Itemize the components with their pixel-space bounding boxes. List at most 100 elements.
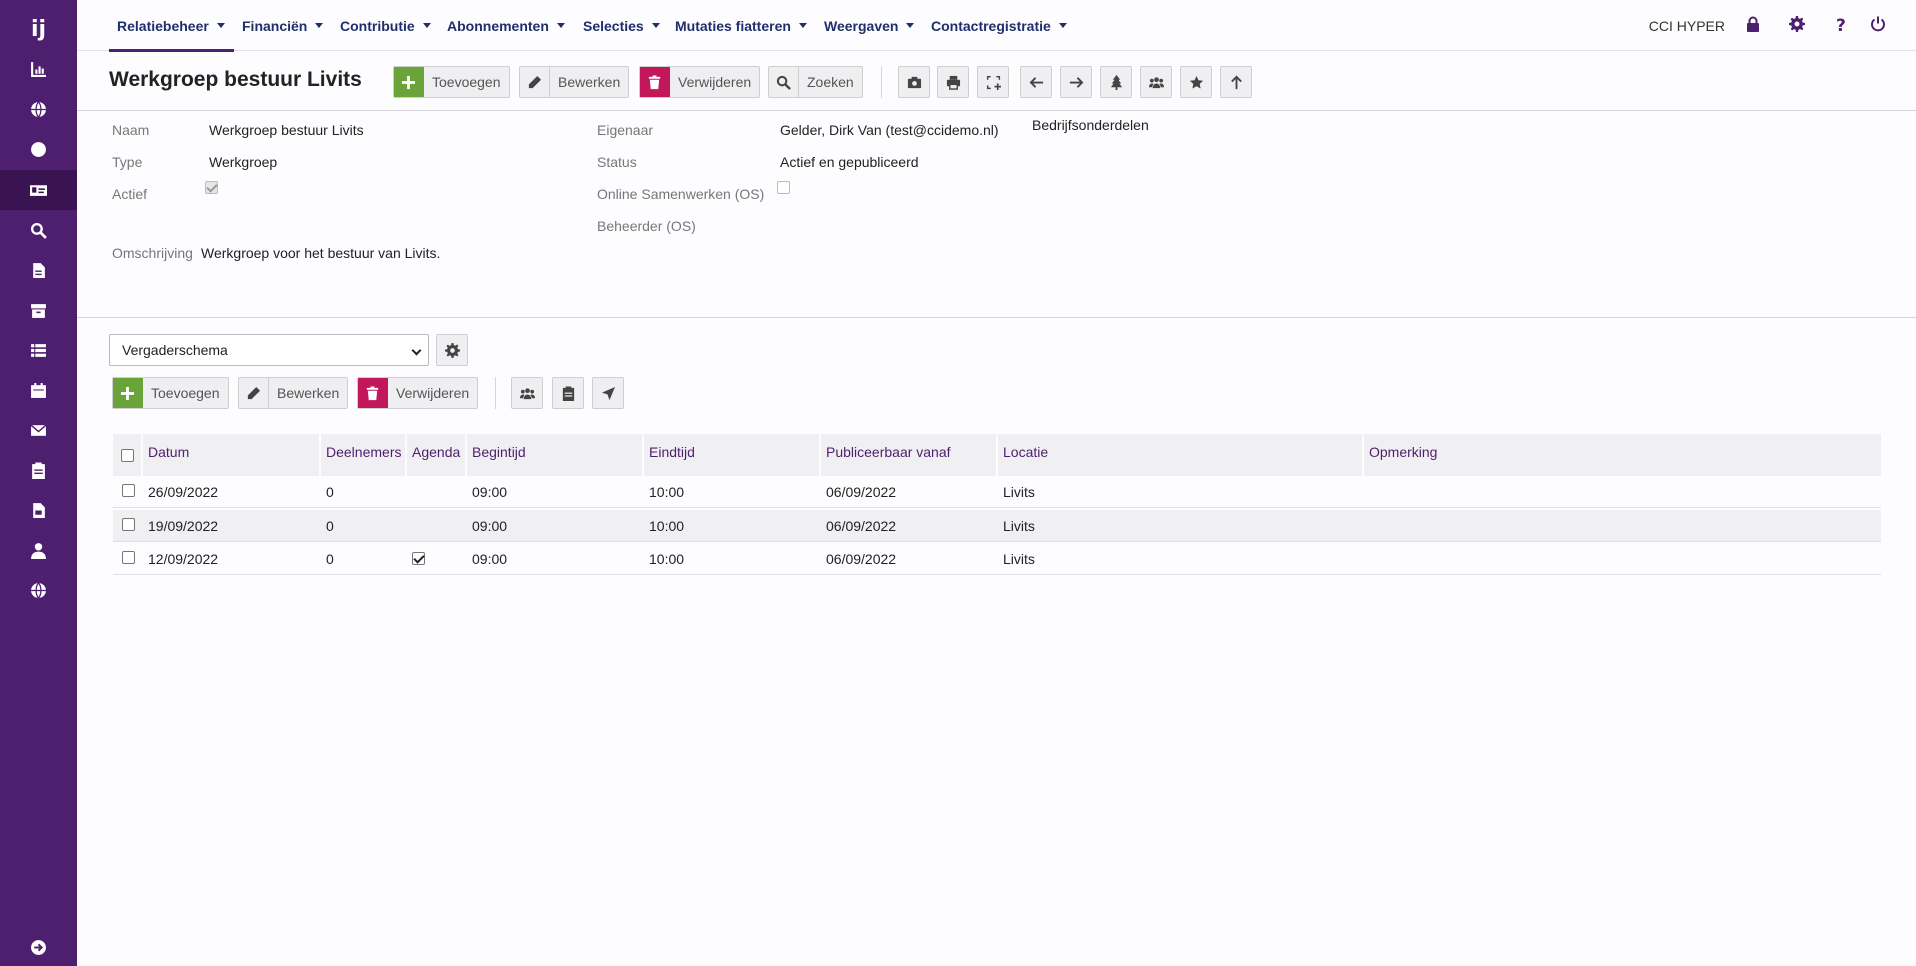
column-header-deelnemers[interactable]: Deelnemers bbox=[321, 434, 405, 476]
gear-icon[interactable] bbox=[1787, 14, 1807, 34]
row-checkbox[interactable] bbox=[122, 551, 135, 564]
send-icon[interactable] bbox=[592, 377, 624, 409]
table-row[interactable] bbox=[113, 476, 1881, 508]
clipboard-icon[interactable] bbox=[552, 377, 584, 409]
column-header-eindtijd[interactable]: Eindtijd bbox=[644, 434, 819, 476]
omschrijving-value: Werkgroep voor het bestuur van Livits. bbox=[201, 245, 441, 261]
row-checkbox[interactable] bbox=[122, 518, 135, 531]
search-button[interactable]: Zoeken bbox=[768, 66, 863, 98]
chart-icon[interactable] bbox=[0, 49, 77, 89]
column-header-locatie[interactable]: Locatie bbox=[998, 434, 1362, 476]
type-value: Werkgroep bbox=[209, 154, 278, 170]
svg-text:?: ? bbox=[1836, 16, 1846, 32]
caret-down-icon bbox=[556, 23, 565, 28]
star-icon[interactable] bbox=[1180, 66, 1212, 98]
cell-publiceerbaar: 06/09/2022 bbox=[826, 484, 897, 500]
actief-label: Actief bbox=[112, 186, 148, 202]
os-label: Online Samenwerken (OS) bbox=[597, 186, 765, 202]
nav-selecties[interactable]: Selecties bbox=[583, 0, 660, 51]
nav-contactregistratie[interactable]: Contactregistratie bbox=[931, 0, 1067, 51]
table-row[interactable] bbox=[113, 510, 1881, 542]
globe-icon[interactable] bbox=[0, 570, 77, 610]
cell-begintijd: 09:00 bbox=[472, 551, 508, 567]
nav-label: Relatiebeheer bbox=[117, 17, 209, 34]
users-icon[interactable] bbox=[1140, 66, 1172, 98]
nav-label: Contactregistratie bbox=[931, 17, 1051, 34]
user-tie-icon[interactable] bbox=[0, 530, 77, 570]
delete-button[interactable]: Verwijderen bbox=[639, 66, 761, 98]
nav-financien[interactable]: Financiën bbox=[242, 0, 324, 51]
column-header-publiceerbaar[interactable]: Publiceerbaar vanaf bbox=[821, 434, 996, 476]
header-divider bbox=[77, 110, 1916, 111]
sub-delete-button[interactable]: Verwijderen bbox=[357, 377, 479, 409]
camera-icon[interactable] bbox=[898, 66, 930, 98]
column-header-begintijd[interactable]: Begintijd bbox=[467, 434, 642, 476]
id-card-icon[interactable] bbox=[0, 170, 77, 210]
print-icon[interactable] bbox=[937, 66, 969, 98]
edit-button[interactable]: Bewerken bbox=[519, 66, 630, 98]
sign-out-icon[interactable] bbox=[0, 927, 77, 966]
user-label[interactable]: CCI HYPER bbox=[1649, 0, 1725, 51]
add-frame-icon[interactable] bbox=[977, 66, 1009, 98]
caret-down-icon bbox=[422, 23, 431, 28]
arrow-left-icon[interactable] bbox=[1020, 66, 1052, 98]
cell-eindtijd: 10:00 bbox=[649, 518, 685, 534]
power-icon[interactable] bbox=[1868, 14, 1888, 34]
column-header-datum[interactable]: Datum bbox=[143, 434, 319, 476]
help-icon[interactable]: ? bbox=[1831, 14, 1851, 34]
nav-mutaties-fiatteren[interactable]: Mutaties fiatteren bbox=[675, 0, 807, 51]
invoice-icon[interactable] bbox=[0, 490, 77, 530]
status-label: Status bbox=[597, 154, 637, 170]
plus-icon bbox=[394, 67, 424, 97]
add-button[interactable]: Toevoegen bbox=[393, 66, 510, 98]
add-label: Toevoegen bbox=[151, 385, 220, 401]
pencil-icon bbox=[239, 378, 269, 408]
lock-icon[interactable] bbox=[1743, 14, 1763, 34]
calendar-icon[interactable] bbox=[0, 370, 77, 410]
arrow-up-icon[interactable] bbox=[1220, 66, 1252, 98]
bedrijfsonderdelen-label: Bedrijfsonderdelen bbox=[1032, 117, 1149, 133]
table-row[interactable] bbox=[113, 543, 1881, 575]
nav-weergaven[interactable]: Weergaven bbox=[824, 0, 915, 51]
document-icon[interactable] bbox=[0, 250, 77, 290]
nav-contributie[interactable]: Contributie bbox=[340, 0, 431, 51]
column-header-agenda[interactable]: Agenda bbox=[407, 434, 465, 476]
search-icon bbox=[769, 67, 799, 97]
tree-icon[interactable] bbox=[1100, 66, 1132, 98]
delete-label: Verwijderen bbox=[396, 385, 470, 401]
app-logo[interactable]: ij bbox=[0, 14, 77, 46]
column-header-opmerking[interactable]: Opmerking bbox=[1364, 434, 1881, 476]
circle-icon[interactable] bbox=[0, 129, 77, 169]
subsection-select[interactable]: Vergaderschema bbox=[109, 334, 429, 366]
nav-abonnementen[interactable]: Abonnementen bbox=[447, 0, 565, 51]
users-icon[interactable] bbox=[511, 377, 543, 409]
caret-down-icon bbox=[906, 23, 915, 28]
eigenaar-value[interactable]: Gelder, Dirk Van (test@ccidemo.nl) bbox=[780, 122, 999, 138]
plus-icon bbox=[113, 378, 143, 408]
select-all-checkbox[interactable] bbox=[121, 449, 134, 462]
clipboard-icon[interactable] bbox=[0, 450, 77, 490]
row-checkbox[interactable] bbox=[122, 484, 135, 497]
cell-begintijd: 09:00 bbox=[472, 518, 508, 534]
search-icon[interactable] bbox=[0, 210, 77, 250]
sub-add-button[interactable]: Toevoegen bbox=[112, 377, 229, 409]
nav-label: Weergaven bbox=[824, 17, 899, 34]
list-icon[interactable] bbox=[0, 330, 77, 370]
sub-edit-button[interactable]: Bewerken bbox=[238, 377, 349, 409]
arrow-right-icon[interactable] bbox=[1060, 66, 1092, 98]
actief-checkbox bbox=[205, 181, 218, 194]
edit-label: Bewerken bbox=[558, 74, 621, 90]
nav-relatiebeheer[interactable]: Relatiebeheer bbox=[117, 0, 225, 51]
cell-locatie: Livits bbox=[1003, 551, 1035, 567]
archive-icon[interactable] bbox=[0, 290, 77, 330]
gear-icon[interactable] bbox=[436, 334, 468, 366]
cell-publiceerbaar: 06/09/2022 bbox=[826, 518, 897, 534]
naam-value: Werkgroep bestuur Livits bbox=[209, 122, 364, 138]
cell-publiceerbaar: 06/09/2022 bbox=[826, 551, 897, 567]
type-label: Type bbox=[112, 154, 143, 170]
mail-icon[interactable] bbox=[0, 410, 77, 450]
eigenaar-label: Eigenaar bbox=[597, 122, 654, 138]
globe-icon[interactable] bbox=[0, 89, 77, 129]
toolbar-separator bbox=[495, 377, 496, 409]
cell-eindtijd: 10:00 bbox=[649, 484, 685, 500]
